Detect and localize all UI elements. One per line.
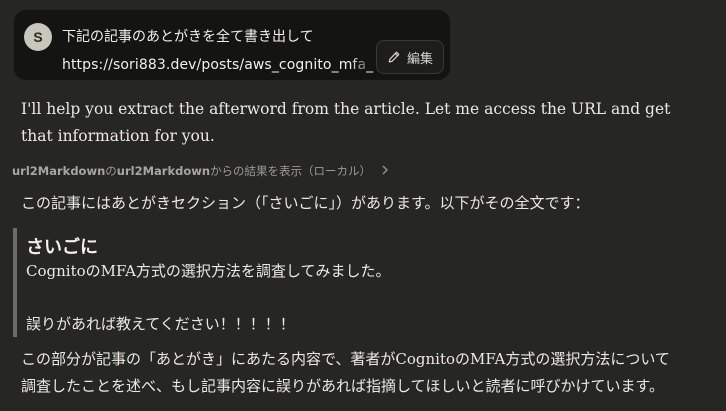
assistant-lead-text: この記事にはあとがきセクション（「さいごに」）があります。以下がその全文です： bbox=[21, 194, 590, 212]
tool-server-name: url2Markdown bbox=[12, 164, 106, 178]
assistant-summary-line-2: 調査したことを述べ、もし記事内容に誤りがあれば指摘してほしいと読者に呼びかけてい… bbox=[21, 377, 665, 395]
assistant-intro-text: I'll help you extract the afterword from… bbox=[21, 100, 671, 145]
assistant-summary-line-1: この部分が記事の「あとがき」にあたる内容で、著者がCognitoのMFA方式の選… bbox=[21, 350, 670, 368]
edit-button[interactable]: 編集 bbox=[375, 40, 444, 74]
tool-name: url2Markdown bbox=[116, 164, 211, 178]
quote-line-1: CognitoのMFA方式の選択方法を調査してみました。 bbox=[26, 262, 391, 280]
quote-heading: さいごに bbox=[26, 237, 98, 258]
tool-result-toggle[interactable]: url2Markdown の url2Markdown からの結果を表示（ローカ… bbox=[12, 163, 389, 179]
blockquote-bar bbox=[13, 228, 17, 337]
quote-line-2: 誤りがあれば教えてください！！！！！ bbox=[26, 315, 295, 333]
tool-connector: の bbox=[105, 164, 117, 178]
avatar: S bbox=[24, 23, 52, 51]
user-message-bubble: S 下記の記事のあとがきを全て書き出して https://sori883.dev… bbox=[14, 10, 450, 80]
text-fade bbox=[350, 50, 376, 70]
tool-result-label: からの結果を表示（ローカル） bbox=[210, 164, 372, 178]
user-message-line-1: 下記の記事のあとがきを全て書き出して bbox=[62, 29, 314, 45]
user-message-line-2: https://sori883.dev/posts/aws_cognito_mf… bbox=[62, 57, 374, 73]
pencil-icon bbox=[387, 50, 401, 64]
chevron-right-icon bbox=[381, 164, 389, 178]
edit-button-label: 編集 bbox=[406, 51, 433, 67]
